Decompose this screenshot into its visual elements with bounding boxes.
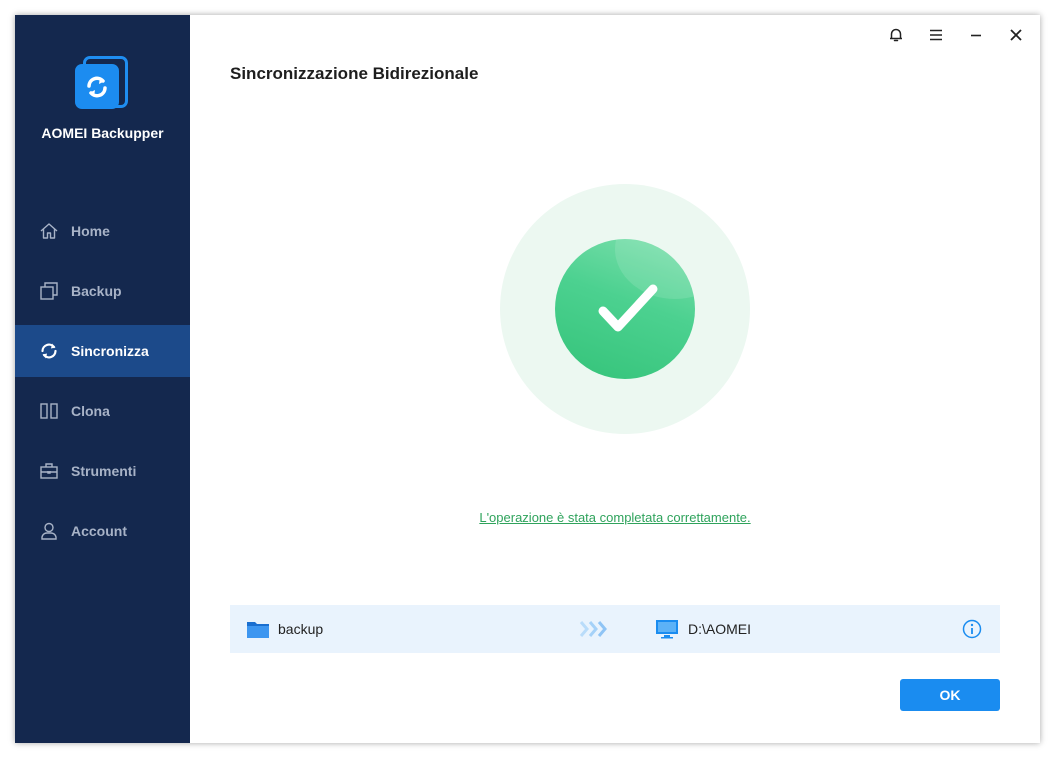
source-item: backup xyxy=(246,619,323,639)
app-logo xyxy=(73,53,133,113)
info-icon[interactable] xyxy=(962,619,982,639)
sidebar-item-label: Account xyxy=(71,523,127,539)
sidebar-item-sincronizza[interactable]: Sincronizza xyxy=(15,325,190,377)
sidebar-item-home[interactable]: Home xyxy=(15,205,190,257)
clone-icon xyxy=(39,401,59,421)
folder-icon xyxy=(246,619,270,639)
app-name: AOMEI Backupper xyxy=(41,125,164,141)
sync-icon xyxy=(39,341,59,361)
window-controls xyxy=(882,23,1030,47)
success-indicator xyxy=(500,184,750,434)
page-title: Sincronizzazione Bidirezionale xyxy=(230,64,479,83)
app-window: AOMEI Backupper Home Backup Sincronizza … xyxy=(15,15,1040,743)
sidebar-item-backup[interactable]: Backup xyxy=(15,265,190,317)
direction-arrows-icon xyxy=(578,619,610,644)
sidebar-item-strumenti[interactable]: Strumenti xyxy=(15,445,190,497)
destination-item: D:\AOMEI xyxy=(655,619,751,639)
sidebar-item-label: Home xyxy=(71,223,110,239)
sidebar-nav: Home Backup Sincronizza Clona Strumenti … xyxy=(15,205,190,565)
main-panel: Sincronizzazione Bidirezionale L'operazi… xyxy=(190,15,1040,743)
success-circle xyxy=(555,239,695,379)
logo-sync-icon xyxy=(75,64,119,109)
toolbox-icon xyxy=(39,461,59,481)
backup-icon xyxy=(39,281,59,301)
user-icon xyxy=(39,521,59,541)
task-summary-bar: backup D:\AOMEI xyxy=(230,605,1000,653)
monitor-icon xyxy=(655,619,679,639)
minimize-icon[interactable] xyxy=(962,23,990,47)
sidebar-item-label: Sincronizza xyxy=(71,343,149,359)
menu-icon[interactable] xyxy=(922,23,950,47)
sidebar: AOMEI Backupper Home Backup Sincronizza … xyxy=(15,15,190,743)
sidebar-item-account[interactable]: Account xyxy=(15,505,190,557)
notification-bell-icon[interactable] xyxy=(882,23,910,47)
checkmark-icon xyxy=(598,284,658,332)
sidebar-item-label: Strumenti xyxy=(71,463,137,479)
ok-button[interactable]: OK xyxy=(900,679,1000,711)
destination-label: D:\AOMEI xyxy=(688,621,752,637)
close-icon[interactable] xyxy=(1002,23,1030,47)
sidebar-item-clona[interactable]: Clona xyxy=(15,385,190,437)
home-icon xyxy=(39,221,59,241)
source-label: backup xyxy=(278,621,324,637)
sidebar-item-label: Backup xyxy=(71,283,122,299)
sidebar-item-label: Clona xyxy=(71,403,110,419)
success-message-link[interactable]: L'operazione è stata completata corretta… xyxy=(190,510,1040,525)
